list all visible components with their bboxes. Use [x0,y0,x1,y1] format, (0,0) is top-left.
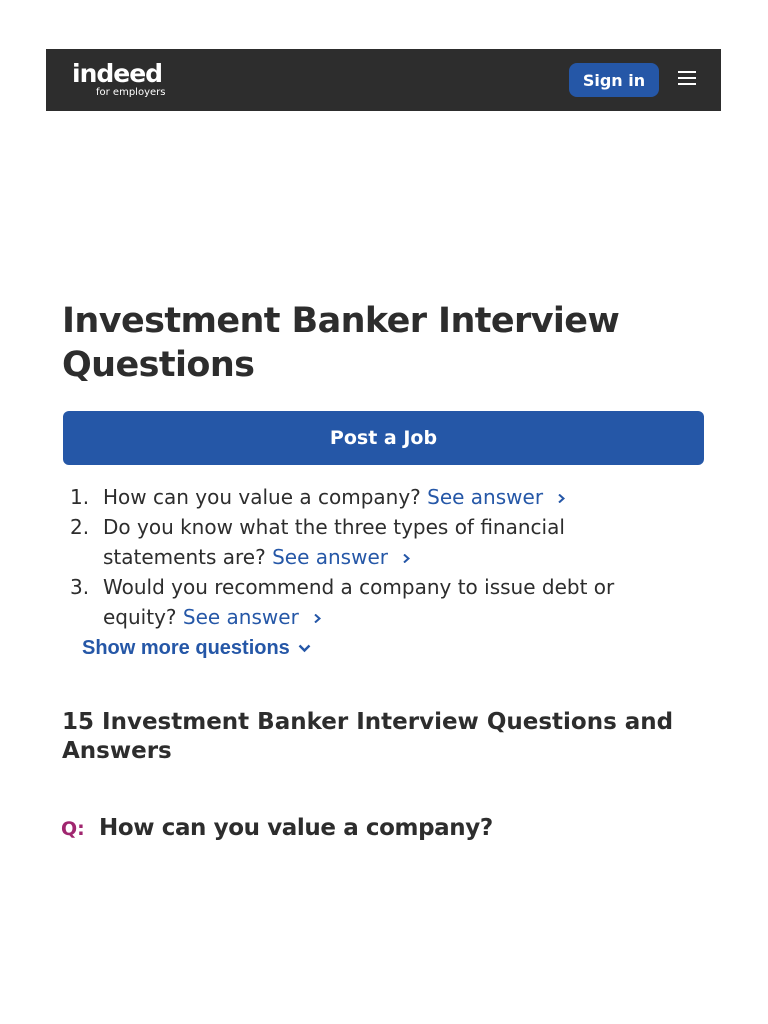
see-answer-link[interactable]: See answer [272,545,411,569]
top-navbar: indeed for employers Sign in [46,49,721,111]
see-answer-link[interactable]: See answer [183,605,322,629]
post-a-job-button[interactable]: Post a Job [63,411,704,465]
show-more-label: Show more questions [82,637,290,659]
qa-question-text: How can you value a company? [99,815,493,841]
indeed-logo[interactable]: indeed for employers [72,59,166,99]
list-item: 2. Do you know what the three types of f… [62,512,682,572]
question-text: How can you value a company? [103,485,421,509]
chevron-right-icon [558,494,566,503]
chevron-right-icon [403,554,410,563]
see-answer-link[interactable]: See answer [427,485,566,509]
question-number: 3. [70,575,90,599]
qa-question-heading: Q: How can you value a company? [61,815,493,841]
q-prefix: Q: [61,818,85,840]
question-list: 1. How can you value a company? See answ… [62,482,682,632]
list-item: 1. How can you value a company? See answ… [62,482,682,512]
sign-in-button[interactable]: Sign in [569,63,659,97]
logo-subtitle: for employers [96,87,166,98]
hamburger-menu-icon[interactable] [678,71,698,87]
page-title: Investment Banker Interview Questions [62,301,620,385]
chevron-down-icon [298,644,311,652]
question-text: Would you recommend a company to issue d… [103,575,615,629]
section-title: 15 Investment Banker Interview Questions… [62,709,674,764]
list-item: 3. Would you recommend a company to issu… [62,572,682,632]
logo-wordmark: indeed [72,59,163,88]
chevron-right-icon [314,614,321,623]
question-number: 1. [70,485,90,509]
question-number: 2. [70,515,90,539]
show-more-questions-link[interactable]: Show more questions [82,636,311,660]
